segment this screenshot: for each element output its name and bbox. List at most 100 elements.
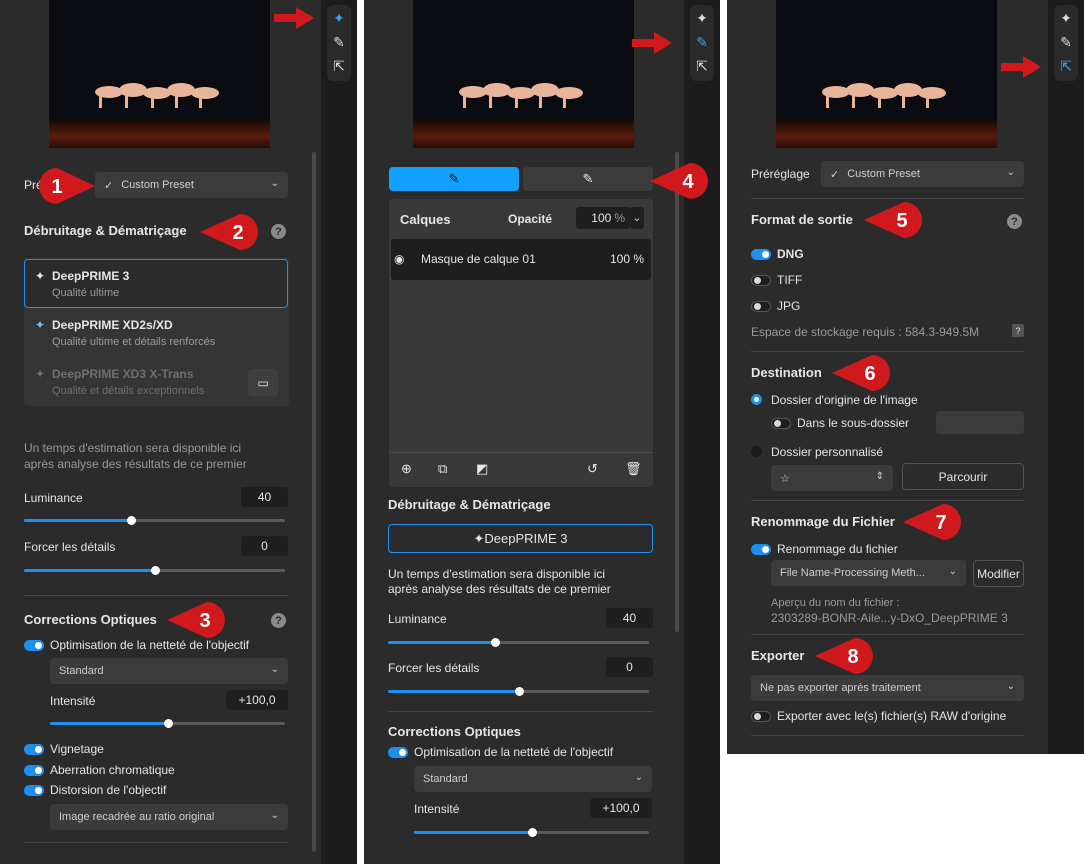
opacity-input[interactable]: 100% — [576, 207, 630, 229]
luminance-value[interactable]: 40 — [241, 487, 288, 507]
method-deepprime3[interactable] — [24, 259, 288, 308]
sparkle-tool-icon[interactable]: ✦ — [329, 8, 349, 28]
distortion-toggle[interactable] — [24, 785, 44, 796]
luminance-slider[interactable] — [24, 516, 285, 525]
rename-title: Renommage du Fichier — [751, 514, 895, 529]
custom-folder-select[interactable]: ☆ ⇕ — [771, 465, 893, 491]
sharpness-mode-select[interactable]: Standard ⌄ — [50, 658, 288, 684]
opacity-label: Opacité — [508, 212, 553, 226]
sharpness-label: Optimisation de la netteté de l'objectif — [414, 745, 614, 759]
export-tool-icon[interactable]: ⇱ — [329, 56, 349, 76]
chevron-down-icon: ⌄ — [270, 810, 279, 821]
add-layer-icon[interactable]: ⊕ — [401, 461, 412, 477]
sparkle-tool-icon[interactable]: ✦ — [1056, 8, 1076, 28]
red-arrow-pointer — [1001, 56, 1041, 78]
image-thumbnail[interactable] — [776, 0, 997, 148]
luminance-label: Luminance — [24, 491, 83, 505]
brush-tool-icon[interactable]: ✎ — [329, 32, 349, 52]
preset-select[interactable]: ✓ Custom Preset ⌄ — [821, 161, 1024, 187]
divider — [389, 452, 653, 453]
details-slider[interactable] — [388, 687, 649, 696]
eye-icon[interactable]: ◉ — [394, 252, 404, 266]
slider-knob[interactable] — [514, 687, 524, 696]
browse-button[interactable]: Parcourir — [902, 463, 1024, 490]
export-mode-select[interactable]: Ne pas exporter après traitement ⌄ — [751, 675, 1024, 701]
slider-knob[interactable] — [491, 638, 500, 647]
dest-custom-radio[interactable] — [751, 446, 762, 457]
opacity-unit: % — [614, 211, 625, 225]
estimate-text-line2: après analyse des résultats de ce premie… — [388, 582, 611, 596]
intensity-slider[interactable] — [50, 719, 285, 728]
brush-tool-icon[interactable]: ✎ — [1056, 32, 1076, 52]
preset-select[interactable]: ✓ Custom Preset ⌄ — [95, 172, 288, 198]
stage-floor — [413, 120, 634, 148]
sharpness-mode-value: Standard — [423, 773, 468, 785]
optics-title: Corrections Optiques — [24, 612, 157, 627]
subfolder-toggle[interactable] — [771, 418, 791, 429]
export-raw-toggle[interactable] — [751, 711, 771, 722]
modify-button[interactable]: Modifier — [973, 560, 1024, 587]
export-tool-icon[interactable]: ⇱ — [692, 56, 712, 76]
slider-knob[interactable] — [150, 566, 160, 575]
scrollbar[interactable] — [675, 152, 679, 632]
eraser-mode-button[interactable]: ✎ — [523, 167, 653, 191]
slider-knob[interactable] — [163, 719, 173, 728]
method-button[interactable]: ✦ DeepPRIME 3 — [388, 524, 653, 553]
tool-sidebar: ✦ ✎ ⇱ — [684, 0, 720, 864]
opacity-dropdown[interactable]: ⌄ — [630, 207, 644, 229]
badge-2-number: 2 — [232, 222, 243, 244]
sparkle-tool-icon[interactable]: ✦ — [692, 8, 712, 28]
brush-mode-button[interactable]: ✎ — [389, 167, 519, 191]
duplicate-layer-icon[interactable]: ⧉ — [438, 461, 447, 477]
tool-strip: ✦ ✎ ⇱ — [690, 5, 714, 81]
storage-label: Espace de stockage requis : 584.3-949.5M — [751, 325, 980, 339]
brush-tool-icon[interactable]: ✎ — [692, 32, 712, 52]
scrollbar[interactable] — [312, 152, 316, 852]
stage-floor — [49, 120, 270, 148]
invert-mask-icon[interactable]: ◩ — [476, 461, 488, 477]
slider-knob[interactable] — [527, 828, 537, 837]
chromatic-toggle[interactable] — [24, 765, 44, 776]
slider-knob[interactable] — [127, 516, 136, 525]
help-icon[interactable]: ? — [271, 224, 286, 239]
dest-custom-label: Dossier personnalisé — [771, 445, 884, 459]
badge-3-number: 3 — [199, 610, 210, 632]
dest-origin-radio[interactable] — [751, 394, 762, 405]
dest-origin-label: Dossier d'origine de l'image — [771, 393, 918, 407]
intensity-slider[interactable] — [414, 828, 649, 837]
storage-help-icon[interactable]: ? — [1012, 324, 1024, 337]
method-desc-2: Qualité ultime et détails renforcés — [52, 336, 216, 348]
help-icon[interactable]: ? — [1007, 214, 1022, 229]
comment-button[interactable]: ▭ — [248, 369, 278, 396]
image-thumbnail[interactable] — [413, 0, 634, 148]
image-thumbnail[interactable] — [49, 0, 270, 148]
details-value[interactable]: 0 — [606, 657, 653, 677]
export-tool-icon[interactable]: ⇱ — [1056, 56, 1076, 76]
distortion-mode-select[interactable]: Image recadrée au ratio original ⌄ — [50, 804, 288, 830]
intensity-value[interactable]: +100,0 — [590, 798, 652, 818]
details-slider[interactable] — [24, 566, 285, 575]
divider — [388, 711, 653, 712]
divider — [751, 351, 1024, 352]
rename-toggle[interactable] — [751, 544, 771, 555]
dng-toggle[interactable] — [751, 249, 771, 260]
dancers-image — [95, 83, 219, 108]
distortion-mode-value: Image recadrée au ratio original — [59, 811, 215, 823]
sharpness-toggle[interactable] — [24, 640, 44, 651]
luminance-slider[interactable] — [388, 638, 649, 647]
rename-pattern-select[interactable]: File Name-Processing Meth... ⌄ — [771, 560, 966, 586]
luminance-value[interactable]: 40 — [606, 608, 653, 628]
details-value[interactable]: 0 — [241, 536, 288, 556]
tiff-toggle[interactable] — [751, 275, 771, 286]
subfolder-input[interactable] — [936, 411, 1024, 434]
reset-icon[interactable]: ↺ — [587, 461, 598, 477]
vignetting-toggle[interactable] — [24, 744, 44, 755]
destination-title: Destination — [751, 365, 822, 380]
sharpness-mode-select[interactable]: Standard ⌄ — [414, 766, 652, 792]
jpg-toggle[interactable] — [751, 301, 771, 312]
help-icon[interactable]: ? — [271, 613, 286, 628]
trash-icon[interactable]: 🗑 — [625, 461, 642, 477]
sharpness-toggle[interactable] — [388, 747, 408, 758]
intensity-value[interactable]: +100,0 — [226, 690, 288, 710]
intensity-label: Intensité — [50, 694, 96, 708]
